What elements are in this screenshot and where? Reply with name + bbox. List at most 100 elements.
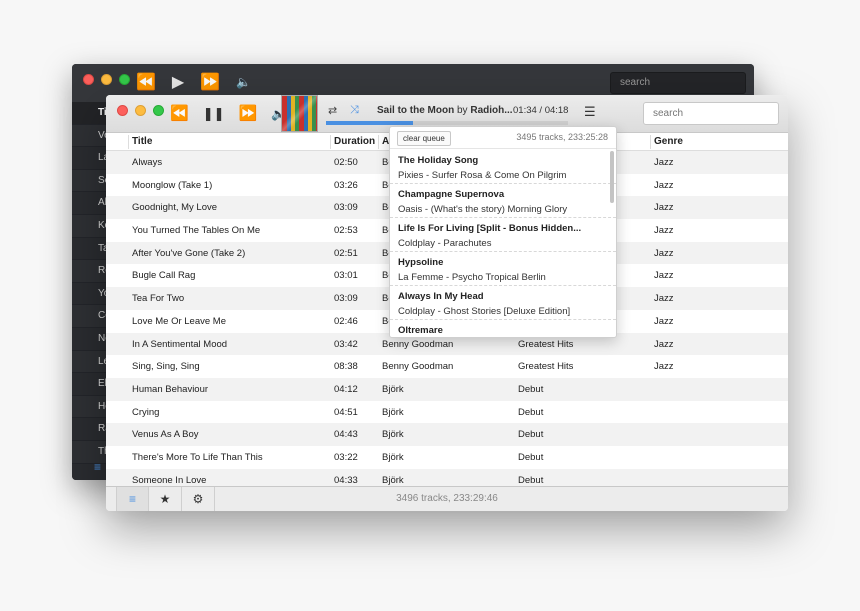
cell-title: Sing, Sing, Sing (132, 361, 200, 373)
rewind-icon[interactable]: ⏪ (170, 104, 189, 124)
queue-item[interactable]: Champagne Supernova Oasis - (What's the s… (390, 184, 616, 218)
cell-title: Venus As A Boy (132, 429, 199, 441)
forward-icon[interactable]: ⏩ (238, 104, 257, 124)
cell-album: Debut (518, 451, 544, 463)
background-row: La (72, 147, 109, 170)
background-row: Re (72, 260, 111, 283)
background-row: He (72, 395, 111, 419)
volume-icon[interactable]: 🔈 (236, 75, 251, 89)
cell-artist: Björk (382, 406, 404, 418)
cell-title: You Turned The Tables On Me (132, 225, 261, 237)
queue-item-title: Life Is For Living [Split - Bonus Hidden… (398, 223, 582, 234)
cell-duration: 02:53 (334, 225, 358, 237)
cell-duration: 02:51 (334, 247, 358, 259)
background-row: Ta (72, 238, 109, 261)
cell-album: Greatest Hits (518, 361, 574, 373)
cell-title: Always (132, 157, 163, 168)
clear-queue-button[interactable]: clear queue (397, 131, 451, 146)
cell-duration: 04:12 (334, 383, 358, 395)
shuffle-icon[interactable]: ⤨ (350, 104, 359, 117)
now-playing-title: Sail to the Moon by Radioh... (377, 105, 513, 116)
column-header-title[interactable]: Title (132, 136, 152, 147)
queue-count: 3495 tracks, 233:25:28 (516, 132, 608, 142)
queue-item[interactable]: Oltremare (390, 320, 616, 337)
bottom-bar: ≡ ★ ⚙ 3496 tracks, 233:29:46 (106, 486, 788, 511)
cell-duration: 02:50 (334, 157, 358, 168)
cell-title: Crying (132, 406, 160, 418)
search-input[interactable] (643, 102, 779, 125)
cell-duration: 03:42 (334, 338, 358, 350)
progress-fill (326, 121, 414, 125)
queue-item[interactable]: Always In My Head Coldplay - Ghost Storie… (390, 286, 616, 320)
queue-item-subtitle: Coldplay - Parachutes (398, 238, 492, 249)
queue-scrollbar[interactable] (610, 151, 614, 203)
table-row[interactable]: Human Behaviour 04:12 Björk Debut (106, 377, 788, 401)
cell-duration: 04:43 (334, 429, 358, 441)
close-window-button[interactable] (117, 105, 128, 116)
table-row[interactable]: Crying 04:51 Björk Debut (106, 401, 788, 424)
column-separator (128, 135, 129, 149)
column-separator (650, 135, 651, 149)
column-header-duration[interactable]: Duration (334, 136, 375, 147)
cell-title: After You've Gone (Take 2) (132, 247, 246, 259)
column-header-genre[interactable]: Genre (654, 136, 683, 147)
cell-genre: Jazz (654, 157, 674, 168)
table-row[interactable]: Sing, Sing, Sing 08:38 Benny Goodman Greate… (106, 355, 788, 378)
window-controls (83, 74, 130, 85)
list-icon[interactable]: ≡ (94, 460, 101, 474)
zoom-window-button[interactable] (153, 105, 164, 116)
cell-artist: Björk (382, 474, 404, 486)
background-row: Yo (72, 283, 109, 306)
queue-item-title: Hypsoline (398, 257, 444, 268)
queue-list-icon[interactable]: ☰ (584, 104, 596, 120)
queue-item[interactable]: Life Is For Living [Split - Bonus Hidden… (390, 218, 616, 252)
table-row[interactable]: Venus As A Boy 04:43 Björk Debut (106, 423, 788, 446)
background-row: El (72, 373, 107, 396)
track-count-status: 3496 tracks, 233:29:46 (396, 493, 498, 504)
table-row[interactable]: There's More To Life Than This 03:22 Björk… (106, 446, 788, 469)
cell-title: Human Behaviour (132, 383, 209, 395)
play-icon[interactable]: ▶ (172, 72, 184, 92)
progress-bar[interactable] (326, 121, 568, 125)
cell-duration: 03:01 (334, 270, 358, 282)
background-search-input[interactable]: search (610, 72, 746, 94)
now-playing-time: 01:34 / 04:18 (513, 105, 569, 116)
repeat-icon[interactable]: ⇄ (328, 104, 337, 117)
now-playing-track: Sail to the Moon (377, 105, 455, 116)
cell-duration: 03:09 (334, 202, 358, 214)
minimize-window-button[interactable] (101, 74, 112, 85)
cell-album: Debut (518, 429, 544, 441)
cell-title: Someone In Love (132, 474, 207, 486)
window-controls (117, 105, 164, 116)
cell-duration: 04:33 (334, 474, 358, 486)
background-row: Ve (72, 124, 110, 148)
cell-duration: 03:26 (334, 179, 358, 191)
pause-icon[interactable]: ❚❚ (203, 104, 225, 124)
queue-item[interactable]: The Holiday Song Pixies - Surfer Rosa & C… (390, 150, 616, 184)
queue-item[interactable]: Hypsoline La Femme - Psycho Tropical Berl… (390, 252, 616, 286)
now-playing-artist: Radioh... (470, 105, 513, 116)
now-playing-by: by (457, 105, 468, 116)
background-playback-controls: ⏪ ▶ ⏩ 🔈 (136, 72, 251, 92)
cell-duration: 03:22 (334, 451, 358, 463)
background-row: Ti (72, 102, 107, 125)
close-window-button[interactable] (83, 74, 94, 85)
cell-title: Love Me Or Leave Me (132, 315, 226, 327)
queue-list: The Holiday Song Pixies - Surfer Rosa & C… (390, 150, 616, 337)
forward-icon[interactable]: ⏩ (200, 72, 220, 92)
background-row: Ne (72, 328, 111, 351)
cell-artist: Benny Goodman (382, 338, 454, 350)
zoom-window-button[interactable] (119, 74, 130, 85)
cell-artist: Björk (382, 429, 404, 441)
album-art (281, 95, 318, 132)
queue-item-title: Always In My Head (398, 291, 484, 302)
cell-artist: Björk (382, 451, 404, 463)
cell-duration: 04:51 (334, 406, 358, 418)
rewind-icon[interactable]: ⏪ (136, 72, 156, 92)
cell-album: Greatest Hits (518, 338, 574, 350)
cell-genre: Jazz (654, 315, 674, 327)
minimize-window-button[interactable] (135, 105, 146, 116)
cell-duration: 03:09 (334, 293, 358, 305)
queue-popup: clear queue 3495 tracks, 233:25:28 The H… (389, 126, 617, 338)
column-separator (378, 135, 379, 149)
